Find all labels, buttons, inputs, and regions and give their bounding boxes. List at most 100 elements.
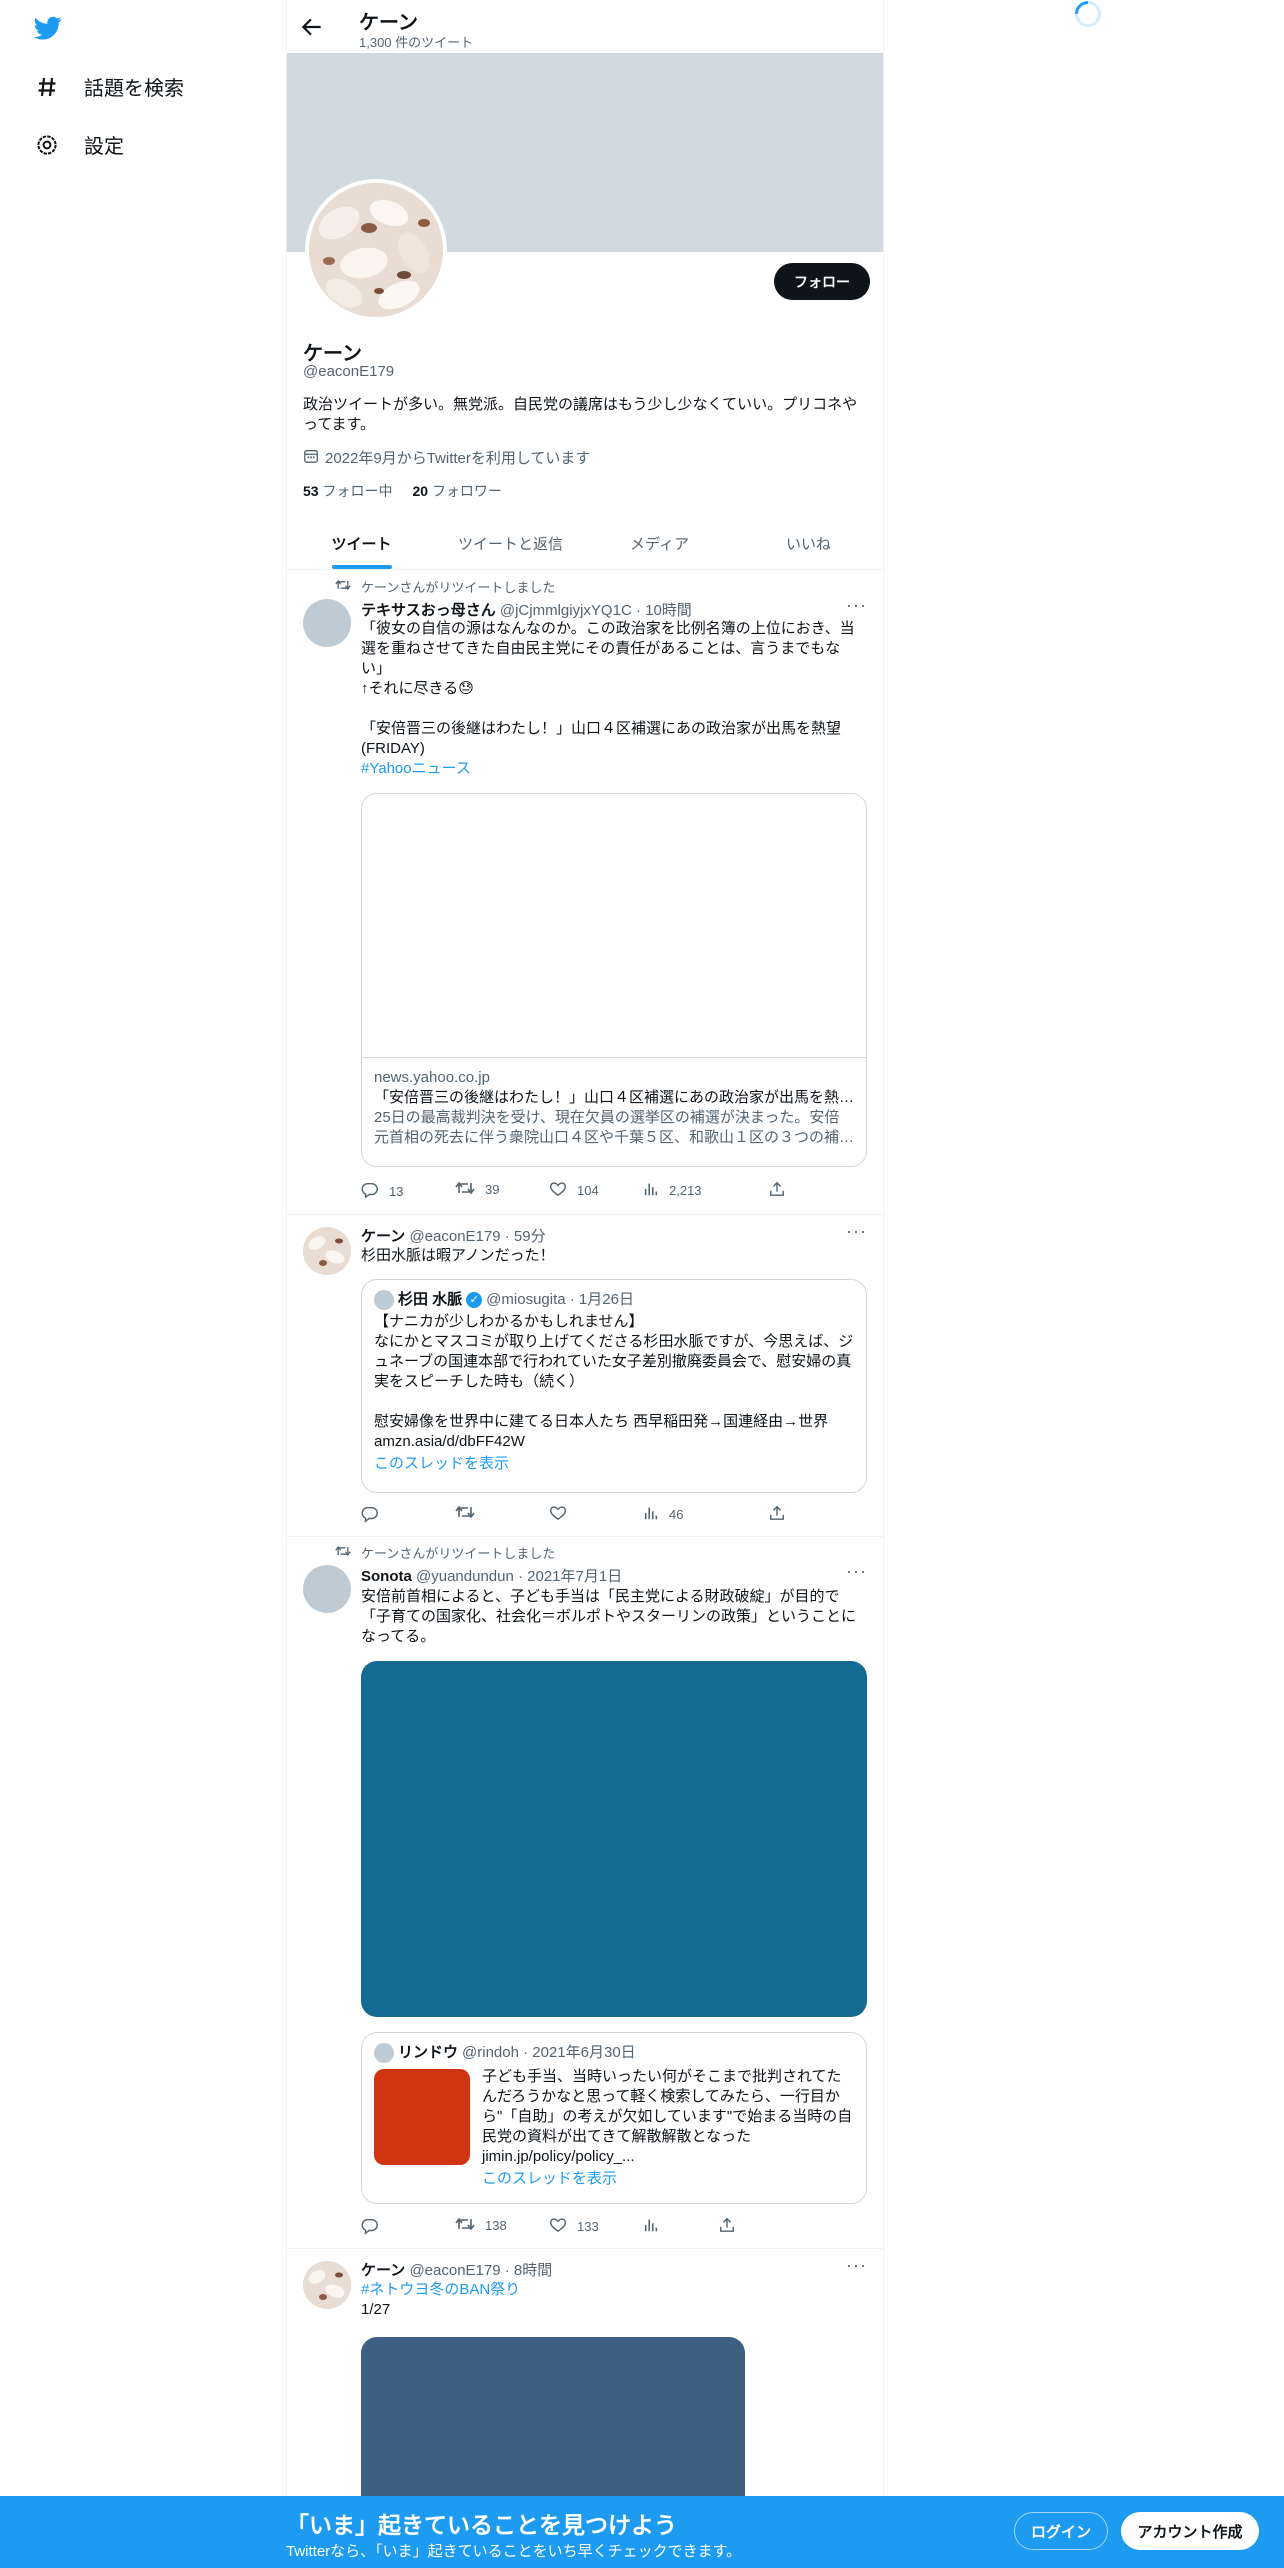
retweet-button[interactable]: 39 (455, 1181, 499, 1198)
following-link[interactable]: 53 フォロー中 (303, 481, 392, 501)
like-button[interactable] (549, 1505, 567, 1524)
tweet-header: ケーン @eaconE179 · 59分 (361, 1225, 546, 1246)
quote-thumbnail (374, 2069, 470, 2165)
quote-header: 杉田 水脈 ✓ @miosugita · 1月26日 (374, 1290, 854, 1310)
tweet-author-name[interactable]: ケーン (361, 1228, 405, 1245)
link-card-description: 25日の最高裁判決を受け、現在欠員の選挙区の補選が決まった。安倍元首相の死去に伴… (374, 1109, 855, 1146)
tab-media[interactable]: メディア (585, 517, 734, 569)
back-arrow-icon[interactable] (299, 14, 325, 40)
tweet-actions: 46 (361, 1505, 801, 1525)
main-column: ケーン 1,300 件のツイート フォロー ケーン @eaconE179 政治ツ… (286, 0, 884, 2568)
tweet-avatar[interactable] (303, 599, 351, 647)
tab-tweets-and-replies[interactable]: ツイートと返信 (436, 517, 585, 569)
quote-handle-time: @rindoh · 2021年6月30日 (462, 2044, 636, 2061)
tweet-text: 安倍前首相によると、子ども手当は「民主党による財政破綻」が目的で「子育ての国家化… (361, 1588, 857, 1645)
tweet-handle-time[interactable]: @yuandundun · 2021年7月1日 (416, 1568, 622, 1585)
tweet-avatar[interactable] (303, 2261, 351, 2309)
more-options-icon[interactable]: ··· (846, 595, 867, 616)
profile-handle: @eaconE179 (303, 363, 395, 380)
profile-header-bar: ケーン 1,300 件のツイート (287, 0, 883, 53)
tweet-actions: 138 133 (361, 2217, 801, 2237)
tweet-author-name[interactable]: ケーン (361, 2262, 405, 2279)
tweet[interactable]: ケーン @eaconE179 · 59分 ··· 杉田水脈は暇アノンだった！ 杉… (287, 1215, 883, 1537)
signup-button[interactable]: アカウント作成 (1121, 2512, 1259, 2550)
quote-handle-time: @miosugita · 1月26日 (486, 1291, 634, 1308)
more-options-icon[interactable]: ··· (846, 1561, 867, 1582)
show-thread-link[interactable]: このスレッドを表示 (374, 1454, 854, 1474)
tweet-media-image[interactable] (361, 1661, 867, 2017)
retweet-icon (335, 1545, 351, 1560)
analytics-icon (643, 2217, 659, 2236)
nav-settings-label: 設定 (84, 136, 124, 158)
heart-icon (549, 1505, 567, 1524)
nav-explore[interactable]: 話題を検索 (34, 72, 184, 101)
tweet-hashtag[interactable]: #Yahooニュース (361, 759, 869, 779)
reply-button[interactable]: 13 (361, 1181, 403, 1202)
retweet-button[interactable]: 138 (455, 2217, 507, 2234)
tweet-handle-time[interactable]: @eaconE179 · 8時間 (409, 2262, 552, 2279)
views-button[interactable]: 46 (643, 1505, 683, 1524)
tweet-author-name[interactable]: テキサスおっ母さん (361, 602, 496, 619)
share-button[interactable] (719, 2217, 735, 2236)
views-button[interactable] (643, 2217, 659, 2236)
tweet[interactable]: ケーンさんがリツイートしました Sonota @yuandundun · 202… (287, 1537, 883, 2249)
reply-icon (361, 2217, 379, 2238)
show-thread-link[interactable]: このスレッドを表示 (482, 2169, 617, 2189)
analytics-icon (643, 1505, 659, 1524)
profile-avatar[interactable] (305, 179, 447, 321)
retweet-button[interactable] (455, 1505, 475, 1522)
quote-author-name: 杉田 水脈 (398, 1291, 463, 1308)
link-card-title: 「安倍晋三の後継はわたし！」山口４区補選にあの政治家が出馬を熱… (374, 1089, 854, 1106)
following-count: 53 (303, 483, 319, 499)
like-count: 104 (577, 1183, 599, 1198)
follow-button[interactable]: フォロー (774, 263, 870, 300)
tweet-author-name[interactable]: Sonota (361, 1568, 412, 1585)
quote-tweet[interactable]: 杉田 水脈 ✓ @miosugita · 1月26日 【ナニカが少しわかるかもし… (361, 1279, 867, 1493)
views-count: 2,213 (669, 1183, 702, 1198)
signup-banner: 「いま」起きていることを見つけよう Twitterなら、「いま」起きていることを… (0, 2496, 1284, 2568)
share-icon (769, 1505, 785, 1524)
tab-tweets[interactable]: ツイート (287, 517, 436, 569)
tweet-handle-time[interactable]: @eaconE179 · 59分 (409, 1228, 545, 1245)
more-options-icon[interactable]: ··· (846, 2255, 867, 2276)
like-button[interactable]: 133 (549, 2217, 599, 2236)
loading-spinner-icon (1069, 0, 1107, 33)
retweet-label: ケーンさんがリツイートしました (361, 1546, 556, 1561)
login-button[interactable]: ログイン (1014, 2512, 1108, 2550)
joined-text: 2022年9月からTwitterを利用しています (325, 450, 591, 467)
nav-settings[interactable]: 設定 (34, 130, 124, 159)
gear-icon (34, 132, 60, 158)
like-button[interactable]: 104 (549, 1181, 599, 1200)
tweet-avatar[interactable] (303, 1565, 351, 1613)
quote-avatar (374, 2043, 394, 2063)
quote-tweet[interactable]: リンドウ @rindoh · 2021年6月30日 子ども手当、当時いったい何が… (361, 2032, 867, 2204)
tab-likes[interactable]: いいね (734, 517, 883, 569)
tweet-header: テキサスおっ母さん @jCjmmlgiyjxYQ1C · 10時間 (361, 599, 692, 620)
quote-text: 子ども手当、当時いったい何がそこまで批判されてたんだろうかなと思って軽く検索して… (482, 2068, 853, 2165)
followers-link[interactable]: 20 フォロワー (412, 481, 501, 501)
profile-name: ケーン (303, 343, 362, 365)
followers-count: 20 (412, 483, 429, 499)
retweet-icon (455, 1505, 475, 1522)
reply-count: 13 (389, 1184, 404, 1199)
tweet-avatar[interactable] (303, 1227, 351, 1275)
heart-icon (549, 1181, 567, 1200)
more-options-icon[interactable]: ··· (846, 1221, 867, 1242)
followers-label: フォロワー (431, 483, 502, 499)
reply-icon (361, 1505, 379, 1526)
views-button[interactable]: 2,213 (643, 1181, 702, 1200)
link-card[interactable]: news.yahoo.co.jp 「安倍晋三の後継はわたし！」山口４区補選にあの… (361, 793, 867, 1167)
share-icon (719, 2217, 735, 2236)
reply-button[interactable] (361, 2217, 379, 2238)
reply-button[interactable] (361, 1505, 379, 1526)
tweet[interactable]: ケーンさんがリツイートしました テキサスおっ母さん @jCjmmlgiyjxYQ… (287, 571, 883, 1215)
retweet-indicator: ケーンさんがリツイートしました (335, 577, 555, 596)
tweet-hashtag[interactable]: #ネトウヨ冬のBAN祭り (361, 2280, 869, 2300)
share-button[interactable] (769, 1181, 785, 1200)
twitter-logo-icon[interactable] (32, 14, 64, 42)
tweet-text: 「彼女の自信の源はなんなのか。この政治家を比例名簿の上位におき、当選を重ねさせて… (361, 620, 855, 757)
share-button[interactable] (769, 1505, 785, 1524)
tweet-handle-time[interactable]: @jCjmmlgiyjxYQ1C · 10時間 (500, 602, 692, 619)
tweet-actions: 13 39 104 2,213 (361, 1181, 801, 1201)
nav-explore-label: 話題を検索 (84, 78, 184, 100)
